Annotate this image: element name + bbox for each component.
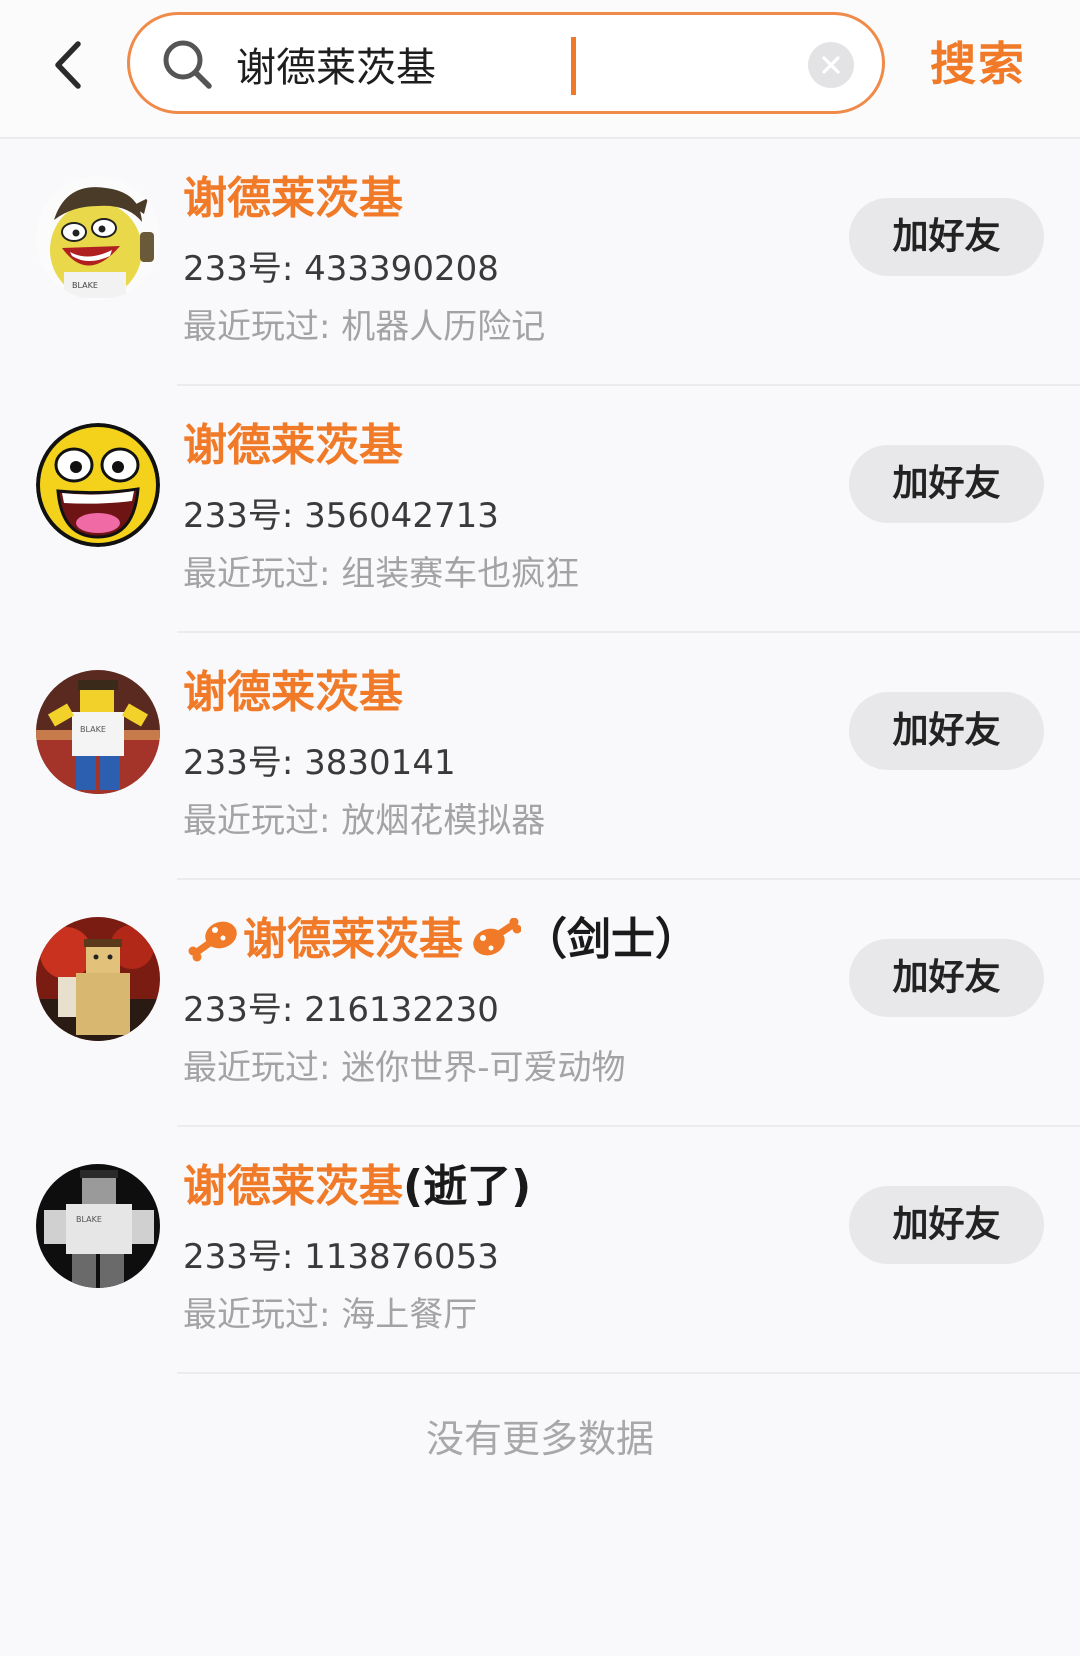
user-name[interactable]: 谢德莱茨基: [183, 661, 403, 725]
name-suffix: （剑士）: [523, 914, 699, 965]
recent-played: 最近玩过: 机器人历险记: [183, 307, 546, 347]
name-suffix: (逝了): [403, 1161, 532, 1212]
add-friend-button[interactable]: 加好友: [849, 939, 1044, 1017]
drumstick-icon: [473, 918, 521, 956]
search-results-list: BLAKE 谢德莱茨基 233号: 433390208 最近玩过: 机器人历险记…: [0, 139, 1080, 1374]
avatar[interactable]: [36, 917, 160, 1041]
search-box: [127, 12, 885, 114]
text-caret: [571, 37, 576, 95]
user-name[interactable]: 谢德莱茨基 （剑士）: [183, 908, 699, 972]
recent-played: 最近玩过: 组装赛车也疯狂: [183, 554, 580, 594]
search-input[interactable]: [236, 31, 796, 97]
name-highlight: 谢德莱茨基: [183, 173, 403, 224]
svg-text:BLAKE: BLAKE: [76, 1215, 102, 1224]
avatar-image: [36, 423, 160, 547]
result-row: BLAKE 谢德莱茨基 233号: 433390208 最近玩过: 机器人历险记…: [0, 139, 1080, 386]
recent-played: 最近玩过: 迷你世界-可爱动物: [183, 1048, 626, 1088]
avatar[interactable]: [36, 423, 160, 547]
avatar-image: [36, 917, 160, 1041]
user-id: 233号: 3830141: [183, 743, 456, 783]
result-row: 谢德莱茨基 （剑士） 233号: 216132230 最近玩过: 迷你世界-可爱…: [0, 880, 1080, 1127]
add-friend-button[interactable]: 加好友: [849, 1186, 1044, 1264]
no-more-data-text: 没有更多数据: [425, 1417, 654, 1461]
add-friend-button[interactable]: 加好友: [849, 445, 1044, 523]
search-icon: [163, 40, 212, 89]
result-row: BLAKE 谢德莱茨基 (逝了) 233号: 113876053 最近玩过: 海…: [0, 1127, 1080, 1374]
user-id: 233号: 216132230: [183, 990, 499, 1030]
name-highlight: 谢德莱茨基: [183, 420, 403, 471]
user-name[interactable]: 谢德莱茨基: [183, 167, 403, 231]
back-button[interactable]: [44, 30, 104, 100]
add-friend-button[interactable]: 加好友: [849, 198, 1044, 276]
avatar-image: BLAKE: [36, 1164, 160, 1288]
user-id: 233号: 356042713: [183, 496, 499, 536]
avatar-image: BLAKE: [36, 670, 160, 794]
chevron-left-icon: [55, 41, 81, 89]
avatar-image: BLAKE: [36, 176, 160, 300]
drumstick-icon: [188, 921, 237, 962]
avatar[interactable]: BLAKE: [36, 176, 160, 300]
name-highlight: 谢德莱茨基: [183, 667, 403, 718]
user-id: 233号: 433390208: [183, 249, 499, 289]
svg-text:BLAKE: BLAKE: [80, 725, 106, 734]
svg-text:BLAKE: BLAKE: [72, 281, 98, 290]
recent-played: 最近玩过: 放烟花模拟器: [183, 801, 546, 841]
result-row: BLAKE 谢德莱茨基 233号: 3830141 最近玩过: 放烟花模拟器 加…: [0, 633, 1080, 880]
name-highlight: 谢德莱茨基: [183, 1161, 403, 1212]
recent-played: 最近玩过: 海上餐厅: [183, 1295, 478, 1335]
user-id: 233号: 113876053: [183, 1237, 499, 1277]
avatar[interactable]: BLAKE: [36, 670, 160, 794]
search-submit-button[interactable]: 搜索: [930, 24, 1026, 104]
user-name[interactable]: 谢德莱茨基 (逝了): [183, 1155, 531, 1219]
clear-search-button[interactable]: [808, 42, 854, 88]
result-row: 谢德莱茨基 233号: 356042713 最近玩过: 组装赛车也疯狂 加好友: [0, 386, 1080, 633]
search-header: 搜索: [0, 0, 1080, 139]
add-friend-button[interactable]: 加好友: [849, 692, 1044, 770]
avatar[interactable]: BLAKE: [36, 1164, 160, 1288]
user-name[interactable]: 谢德莱茨基: [183, 414, 403, 478]
clear-icon: [822, 56, 840, 74]
name-highlight: 谢德莱茨基: [243, 914, 463, 965]
